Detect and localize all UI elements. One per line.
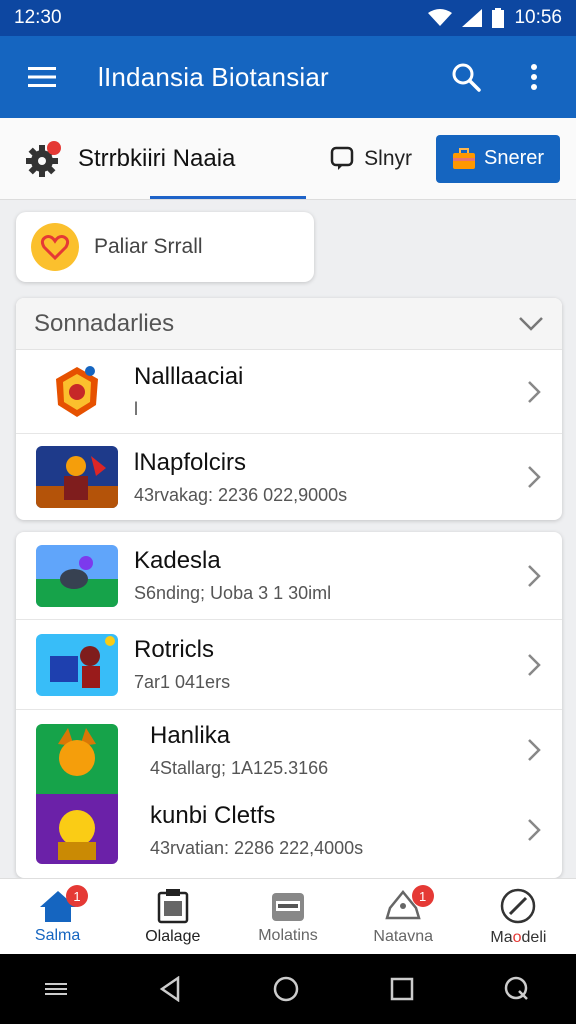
status-icons: 10:56 bbox=[428, 7, 562, 29]
section-card-2: Kadesla S6nding; Uoba 3 1 30iml Rotricls… bbox=[16, 532, 562, 878]
search-button[interactable] bbox=[446, 57, 486, 97]
chat-icon bbox=[330, 146, 354, 170]
signal-icon bbox=[462, 9, 483, 27]
nav-item-notifications[interactable]: 1 Natavna bbox=[346, 879, 461, 954]
item-title: kunbi Cletfs bbox=[150, 801, 276, 829]
item-title: Hanlika bbox=[150, 721, 231, 749]
hamburger-icon bbox=[28, 67, 56, 87]
list-item[interactable]: lNapfolcirs 43rvakag: 2236 022,9000s bbox=[16, 434, 562, 520]
notification-badge: 1 bbox=[411, 885, 434, 907]
section-header[interactable]: Sonnadarlies bbox=[16, 298, 562, 350]
archive-icon bbox=[272, 892, 304, 921]
share-label: Slnyr bbox=[364, 146, 412, 170]
item-title: Rotricls bbox=[134, 636, 215, 663]
search-icon bbox=[452, 63, 481, 92]
active-tab-indicator bbox=[150, 196, 306, 199]
app-thumbnail bbox=[36, 724, 118, 864]
assistant-search-icon[interactable] bbox=[503, 975, 531, 1003]
list-item[interactable]: Rotricls 7ar1 041ers bbox=[16, 620, 562, 710]
section-card-1: Sonnadarlies Nalllaaciai l lNapfolcirs 4… bbox=[16, 298, 562, 520]
nav-item-archive[interactable]: Molatins bbox=[230, 879, 345, 954]
status-time-left: 12:30 bbox=[14, 7, 62, 28]
section-title: Sonnadarlies bbox=[34, 309, 175, 337]
more-options-button[interactable] bbox=[514, 57, 554, 97]
chip-label: Paliar Srrall bbox=[94, 235, 203, 258]
app-thumbnail bbox=[36, 633, 118, 696]
chevron-right-icon bbox=[522, 818, 546, 842]
heart-badge-icon bbox=[31, 223, 79, 271]
chevron-right-icon bbox=[522, 738, 546, 762]
compass-icon bbox=[501, 888, 536, 923]
nav-label: Natavna bbox=[373, 927, 433, 945]
app-thumbnail bbox=[36, 446, 118, 508]
chevron-right-icon bbox=[522, 564, 546, 588]
primary-action-button[interactable]: Snerer bbox=[436, 134, 560, 183]
chevron-right-icon bbox=[522, 380, 546, 404]
menu-button[interactable] bbox=[22, 57, 62, 97]
item-subtitle: S6nding; Uoba 3 1 30iml bbox=[134, 583, 332, 603]
status-time-right: 10:56 bbox=[514, 7, 562, 28]
nav-label: Maodeli bbox=[490, 928, 547, 946]
app-title: lIndansia Biotansiar bbox=[98, 61, 329, 92]
nav-label: Olalage bbox=[145, 927, 201, 945]
briefcase-icon bbox=[452, 147, 475, 169]
share-button[interactable]: Slnyr bbox=[330, 146, 412, 172]
chevron-right-icon bbox=[522, 653, 546, 677]
more-vertical-icon bbox=[531, 64, 537, 90]
chevron-down-icon bbox=[519, 316, 543, 331]
item-subtitle: 7ar1 041ers bbox=[134, 672, 231, 692]
app-thumbnail bbox=[36, 360, 118, 423]
item-subtitle: 43rvakag: 2236 022,9000s bbox=[134, 484, 348, 505]
item-subtitle: 43rvatian: 2286 222,4000s bbox=[150, 837, 364, 858]
app-thumbnail bbox=[36, 544, 118, 607]
item-title: lNapfolcirs bbox=[134, 448, 247, 476]
clipboard-icon bbox=[157, 888, 189, 923]
wifi-icon bbox=[428, 9, 453, 26]
settings-gear-icon[interactable] bbox=[24, 139, 64, 179]
battery-icon bbox=[492, 8, 505, 28]
menu-lines-icon[interactable] bbox=[44, 980, 69, 998]
status-bar: 12:30 10:56 bbox=[0, 0, 576, 36]
list-item[interactable]: Nalllaaciai l bbox=[16, 350, 562, 434]
item-subtitle: 4Stallarg; 1A125.3166 bbox=[150, 757, 329, 778]
nav-item-explore[interactable]: Maodeli bbox=[461, 879, 576, 954]
item-subtitle: l bbox=[134, 399, 138, 419]
notification-badge: 1 bbox=[66, 885, 88, 907]
item-title: Kadesla bbox=[134, 547, 221, 574]
filter-row: Strrbkiiri Naaia Slnyr Snerer bbox=[0, 118, 576, 200]
app-bar: lIndansia Biotansiar bbox=[0, 36, 576, 118]
nav-item-catalog[interactable]: Olalage bbox=[115, 879, 230, 954]
home-circle-icon[interactable] bbox=[272, 975, 300, 1003]
grouped-items: Hanlika 4Stallarg; 1A125.3166 kunbi Clet… bbox=[16, 710, 562, 878]
system-navigation-bar bbox=[0, 954, 576, 1024]
nav-item-home[interactable]: 1 Salma bbox=[0, 879, 115, 954]
favorite-chip[interactable]: Paliar Srrall bbox=[16, 212, 314, 282]
primary-action-label: Snerer bbox=[483, 147, 545, 169]
back-icon[interactable] bbox=[158, 976, 182, 1002]
item-title: Nalllaaciai bbox=[134, 363, 244, 390]
nav-label-accent: o bbox=[512, 928, 522, 946]
list-item[interactable]: Kadesla S6nding; Uoba 3 1 30iml bbox=[16, 532, 562, 620]
recents-icon[interactable] bbox=[390, 977, 414, 1001]
nav-label: Salma bbox=[34, 926, 81, 944]
chevron-right-icon bbox=[522, 465, 546, 489]
nav-label: Molatins bbox=[258, 926, 318, 944]
bottom-navigation: 1 Salma Olalage Molatins 1 Natavna Maode… bbox=[0, 878, 576, 954]
filter-title[interactable]: Strrbkiiri Naaia bbox=[78, 145, 330, 173]
